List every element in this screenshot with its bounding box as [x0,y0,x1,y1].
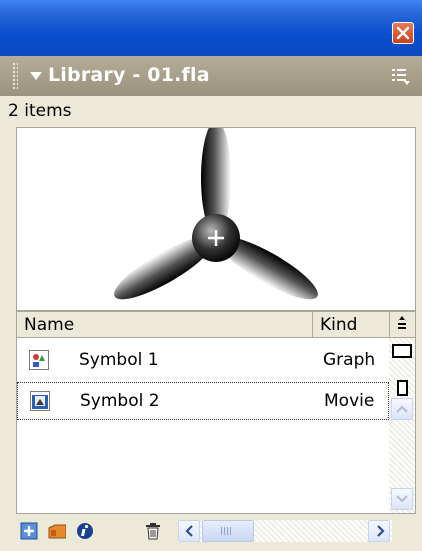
item-count: 2 items [8,101,72,121]
chevron-left-icon [185,525,193,537]
close-icon [396,26,410,40]
list-item-symbol-2[interactable]: Symbol 2 Movie [17,382,389,420]
properties-icon[interactable] [76,522,94,540]
scroll-up-button[interactable] [391,398,413,420]
narrow-state-button[interactable] [397,380,408,396]
chevron-down-icon [396,495,408,503]
sort-order-button[interactable] [389,312,415,338]
item-kind: Graph [323,350,376,370]
collapse-arrow-icon[interactable] [30,72,42,80]
item-kind: Movie [324,391,375,411]
sort-order-icon [398,316,406,329]
horizontal-scrollbar[interactable] [178,520,392,542]
panel-title: Library - 01.fla [48,64,210,86]
chevron-right-icon [377,525,385,537]
library-item-list[interactable]: Name Kind Symbol 1 Graph Symbol 2 Movie [16,311,416,514]
item-count-bar: 2 items [0,96,422,126]
movie-clip-symbol-icon [30,391,50,411]
column-header-name[interactable]: Name [17,312,313,338]
vertical-scrollbar[interactable] [389,338,415,513]
close-button[interactable] [392,22,414,44]
item-name: Symbol 2 [80,391,160,411]
wide-state-button[interactable] [392,344,412,358]
scroll-right-button[interactable] [368,520,390,542]
window-titlebar[interactable] [0,0,422,56]
library-window: Library - 01.fla 2 items Name Kind Symbo… [0,0,422,551]
chevron-up-icon [396,405,408,413]
propeller-preview-image [114,121,318,300]
symbol-preview [16,121,416,311]
drag-grip-icon[interactable] [12,62,18,90]
scroll-down-button[interactable] [391,488,413,510]
horizontal-scroll-thumb[interactable] [202,520,254,542]
delete-trash-icon[interactable] [144,522,162,540]
new-symbol-icon[interactable] [20,522,38,540]
library-toolbar [16,514,416,548]
scroll-left-button[interactable] [178,520,200,542]
panel-options-menu-icon[interactable] [392,68,412,86]
list-item-symbol-1[interactable]: Symbol 1 Graph [17,342,389,380]
item-name: Symbol 1 [79,350,159,370]
column-header-kind[interactable]: Kind [313,312,389,338]
panel-header[interactable]: Library - 01.fla [0,56,422,96]
graphic-symbol-icon [29,350,49,370]
new-folder-icon[interactable] [48,522,66,540]
